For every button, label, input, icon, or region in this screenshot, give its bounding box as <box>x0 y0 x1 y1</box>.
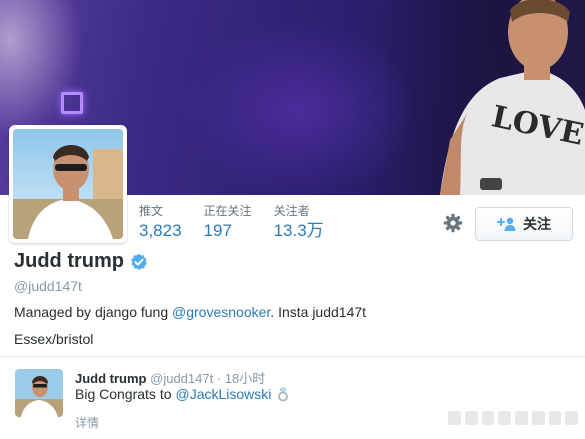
tweet-body: Big Congrats to <box>75 386 172 402</box>
tweet-text: Big Congrats to @JackLisowski <box>75 386 289 402</box>
follow-button-label: 关注 <box>523 216 551 232</box>
bio-text-suffix: . Insta judd147t <box>270 304 367 320</box>
tweet-separator: · <box>216 371 222 386</box>
profile-stats: 推文 3,823 正在关注 197 关注者 13.3万 <box>139 204 346 242</box>
tweet-author-name[interactable]: Judd trump <box>75 371 147 386</box>
profile-name-row: Judd trump <box>14 250 148 273</box>
stat-label: 推文 <box>139 204 164 218</box>
profile-avatar[interactable] <box>9 125 127 243</box>
gear-icon[interactable] <box>443 213 463 233</box>
watermark-block <box>531 411 545 425</box>
stat-tweets[interactable]: 推文 3,823 <box>139 204 182 242</box>
bio-text: Managed by django fung <box>14 304 173 320</box>
stat-value: 3,823 <box>139 221 182 240</box>
profile-handle[interactable]: @judd147t <box>14 278 82 294</box>
watermark-block <box>498 411 511 425</box>
follow-button[interactable]: 关注 <box>475 207 573 241</box>
tweet-avatar[interactable] <box>15 369 63 417</box>
tweet-mention-link[interactable]: @JackLisowski <box>176 386 272 402</box>
tweet-author-handle[interactable]: @judd147t <box>150 371 213 386</box>
stat-value: 197 <box>203 221 232 240</box>
avatar-photo <box>13 129 123 239</box>
banner-person-photo: LOVE <box>440 0 585 195</box>
stat-followers[interactable]: 关注者 13.3万 <box>274 204 324 242</box>
watermark-block <box>548 411 562 425</box>
add-user-icon <box>497 217 517 231</box>
watermark-decoration <box>448 411 578 425</box>
stat-label: 正在关注 <box>203 204 252 218</box>
tweet-details-link[interactable]: 详情 <box>75 414 99 431</box>
bio-mention-link[interactable]: @grovesnooker <box>172 304 270 320</box>
ring-icon <box>277 387 289 402</box>
profile-bio: Managed by django fung @grovesnooker. In… <box>14 304 366 320</box>
watermark-block <box>565 411 578 425</box>
stat-value: 13.3万 <box>273 221 324 240</box>
verified-badge-icon <box>130 253 148 271</box>
stat-label: 关注者 <box>273 204 310 218</box>
tweet-timestamp[interactable]: 18小时 <box>225 371 265 386</box>
divider <box>0 356 585 357</box>
watermark-block <box>448 411 461 425</box>
watermark-block <box>481 411 495 425</box>
profile-name[interactable]: Judd trump <box>14 250 124 273</box>
banner-light-decoration <box>61 92 83 114</box>
watermark-block <box>515 411 528 425</box>
watermark-block <box>464 411 478 425</box>
tweet-avatar-photo <box>15 369 63 417</box>
profile-location: Essex/bristol <box>14 331 94 347</box>
tweet-header: Judd trump @judd147t · 18小时 <box>75 368 265 387</box>
stat-following[interactable]: 正在关注 197 <box>204 204 252 242</box>
